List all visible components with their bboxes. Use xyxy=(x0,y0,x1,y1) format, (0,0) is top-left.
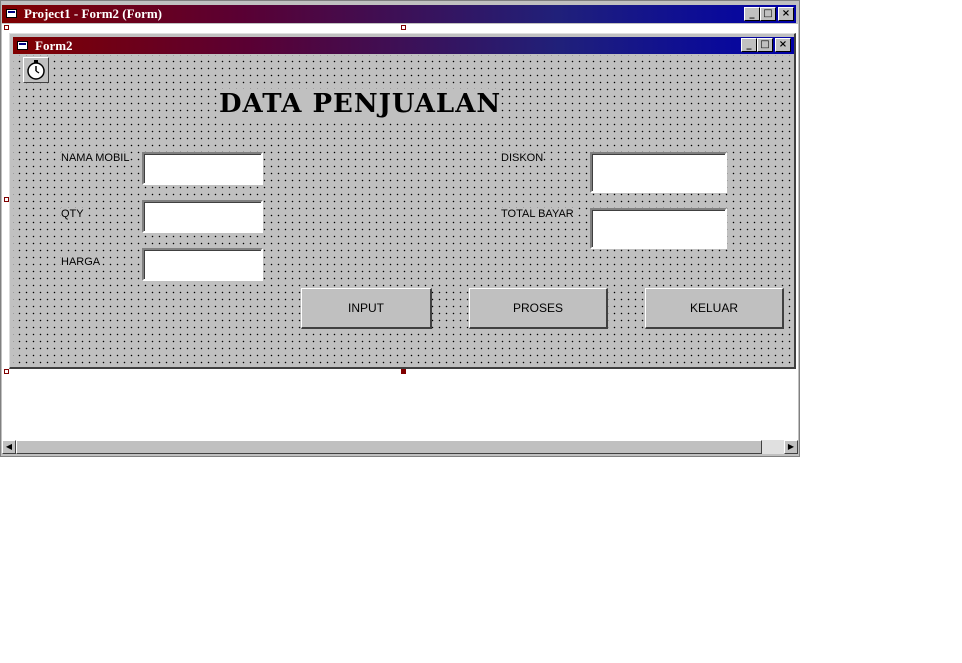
form-icon xyxy=(17,41,28,50)
form-minimize-button[interactable]: _ xyxy=(741,38,757,52)
timer-control[interactable] xyxy=(23,57,49,83)
horizontal-scrollbar[interactable]: ◀ ▶ xyxy=(2,440,798,454)
form2-title: Form2 xyxy=(35,38,73,53)
label-qty: QTY xyxy=(61,208,84,220)
maximize-button[interactable]: □ xyxy=(760,7,776,21)
scroll-right-button[interactable]: ▶ xyxy=(784,440,798,454)
resize-handle-bottom[interactable] xyxy=(401,369,406,374)
designer-title-bar[interactable]: Project1 - Form2 (Form) _ □ × xyxy=(2,5,796,23)
page-heading: DATA PENJUALAN xyxy=(219,89,502,119)
form-maximize-button[interactable]: □ xyxy=(757,38,773,52)
total-bayar-field[interactable] xyxy=(590,208,727,249)
nama-mobil-field[interactable] xyxy=(142,152,263,185)
scroll-left-button[interactable]: ◀ xyxy=(2,440,16,454)
resize-handle-top[interactable] xyxy=(401,25,406,30)
label-nama-mobil: NAMA MOBIL xyxy=(61,152,130,164)
qty-field[interactable] xyxy=(142,200,263,233)
proses-button[interactable]: PROSES xyxy=(469,288,608,329)
scrollbar-thumb[interactable] xyxy=(16,440,762,454)
designer-title: Project1 - Form2 (Form) xyxy=(24,6,162,21)
form-close-button[interactable]: × xyxy=(775,38,791,52)
resize-handle-top-left[interactable] xyxy=(4,25,9,30)
harga-field[interactable] xyxy=(142,248,263,281)
label-total-bayar: TOTAL BAYAR xyxy=(501,208,574,220)
label-diskon: DISKON xyxy=(501,152,544,164)
label-harga: HARGA xyxy=(61,256,101,268)
close-button[interactable]: × xyxy=(778,7,794,21)
keluar-button[interactable]: KELUAR xyxy=(645,288,784,329)
minimize-button[interactable]: _ xyxy=(744,7,760,21)
stopwatch-icon xyxy=(27,60,45,80)
form-window-icon xyxy=(6,9,17,18)
form2-title-bar[interactable]: Form2 _ □ × xyxy=(13,37,794,54)
diskon-field[interactable] xyxy=(590,152,727,193)
resize-handle-bottom-left[interactable] xyxy=(4,369,9,374)
resize-handle-left[interactable] xyxy=(4,197,9,202)
input-button[interactable]: INPUT xyxy=(301,288,432,329)
